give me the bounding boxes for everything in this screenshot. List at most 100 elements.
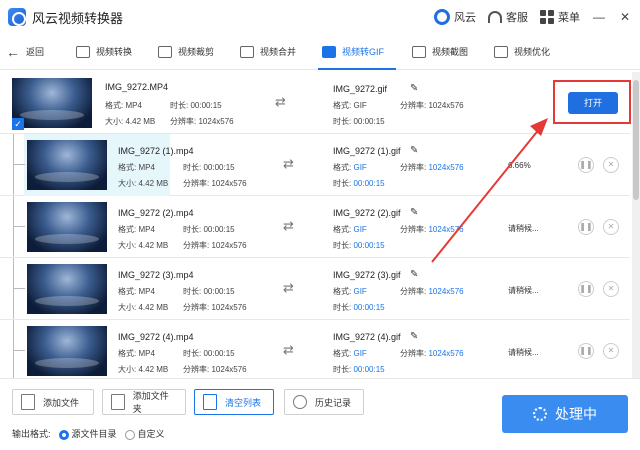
edit-name-icon[interactable]: ✎ — [410, 269, 418, 280]
source-size: 大小: 4.42 MB — [118, 241, 169, 250]
crop-icon — [158, 45, 172, 58]
process-button[interactable]: 处理中 — [502, 395, 628, 433]
source-size: 大小: 4.42 MB — [118, 303, 169, 312]
remove-button[interactable]: ✕ — [603, 157, 619, 173]
source-format: 格式: MP4 — [105, 101, 142, 110]
brand-label: 风云 — [454, 12, 476, 24]
trash-icon — [203, 394, 217, 410]
file-row[interactable]: IMG_9272 (4).mp4 格式: MP4 时长: 00:00:15 大小… — [0, 320, 630, 378]
grid-icon — [540, 10, 554, 24]
output-resolution: 分辨率: 1024x576 — [400, 349, 464, 358]
tab-label: 视频合并 — [260, 47, 297, 57]
source-resolution: 分辨率: 1024x576 — [183, 303, 247, 312]
convert-arrow-icon: ⇄ — [275, 94, 286, 109]
close-button[interactable]: ✕ — [618, 10, 632, 24]
add-folder-label: 添加文件夹 — [132, 391, 169, 414]
video-thumbnail — [27, 140, 107, 190]
source-size: 大小: 4.42 MB — [105, 117, 156, 126]
clear-list-button[interactable]: 清空列表 — [194, 389, 274, 415]
convert-arrow-icon: ⇄ — [283, 280, 294, 295]
progress-status: 请稍候... — [508, 224, 539, 233]
tab-video-crop[interactable]: 视频裁剪 — [148, 34, 230, 70]
tab-video-merge[interactable]: 视频合并 — [230, 34, 312, 70]
checkbox-icon[interactable]: ✓ — [12, 118, 24, 130]
edit-name-icon[interactable]: ✎ — [410, 207, 418, 218]
pause-button[interactable]: ❚❚ — [578, 343, 594, 359]
output-format-group: 输出格式: 源文件目录 自定义 — [12, 427, 165, 440]
output-duration: 时长: 00:00:15 — [333, 365, 385, 374]
output-resolution: 分辨率: 1024x576 — [400, 287, 464, 296]
scrollbar-thumb[interactable] — [633, 80, 639, 200]
file-row[interactable]: IMG_9272 (2).mp4 格式: MP4 时长: 00:00:15 大小… — [0, 196, 630, 258]
source-size: 大小: 4.42 MB — [118, 365, 169, 374]
add-file-button[interactable]: 添加文件 — [12, 389, 94, 415]
remove-button[interactable]: ✕ — [603, 281, 619, 297]
pause-button[interactable]: ❚❚ — [578, 281, 594, 297]
menu-button[interactable]: 菜单 — [540, 9, 580, 25]
output-resolution: 分辨率: 1024x576 — [400, 101, 464, 110]
progress-status: 6.66% — [508, 161, 531, 170]
edit-name-icon[interactable]: ✎ — [410, 83, 418, 94]
file-row-main[interactable]: ✓ IMG_9272.MP4 格式: MP4 时长: 00:00:15 大小: … — [0, 72, 630, 134]
pause-button[interactable]: ❚❚ — [578, 219, 594, 235]
back-button[interactable]: ← 返回 — [6, 44, 66, 60]
output-format: 格式: GIF — [333, 163, 367, 172]
process-label: 处理中 — [555, 406, 597, 422]
output-duration: 时长: 00:00:15 — [333, 179, 385, 188]
source-resolution: 分辨率: 1024x576 — [170, 117, 234, 126]
customer-service-button[interactable]: 客服 — [488, 9, 528, 25]
file-row[interactable]: IMG_9272 (3).mp4 格式: MP4 时长: 00:00:15 大小… — [0, 258, 630, 320]
add-folder-button[interactable]: 添加文件夹 — [102, 389, 186, 415]
output-duration: 时长: 00:00:15 — [333, 117, 385, 126]
tab-video-screenshot[interactable]: 视频截图 — [402, 34, 484, 70]
source-duration: 时长: 00:00:15 — [183, 225, 235, 234]
source-duration: 时长: 00:00:15 — [183, 163, 235, 172]
convert-arrow-icon: ⇄ — [283, 342, 294, 357]
play-icon — [76, 45, 90, 58]
source-file-name: IMG_9272 (2).mp4 — [118, 208, 194, 218]
nav-bar: ← 返回 视频转换 视频裁剪 视频合并 视频转GIF 视频截图 视频优化 — [0, 34, 640, 70]
add-file-icon — [21, 394, 35, 410]
video-thumbnail — [27, 326, 107, 376]
output-format: 格式: GIF — [333, 287, 367, 296]
file-row[interactable]: IMG_9272 (1).mp4 格式: MP4 时长: 00:00:15 大小… — [0, 134, 630, 196]
source-resolution: 分辨率: 1024x576 — [183, 241, 247, 250]
spinner-icon — [533, 407, 547, 421]
tab-video-convert[interactable]: 视频转换 — [66, 34, 148, 70]
tab-label: 视频截图 — [432, 47, 469, 57]
tab-video-to-gif[interactable]: 视频转GIF — [312, 34, 402, 70]
clear-list-label: 清空列表 — [225, 397, 262, 408]
pause-button[interactable]: ❚❚ — [578, 157, 594, 173]
minimize-button[interactable]: — — [592, 10, 606, 24]
source-format: 格式: MP4 — [118, 349, 155, 358]
history-label: 历史记录 — [315, 397, 352, 408]
tab-label: 视频裁剪 — [178, 47, 215, 57]
add-file-label: 添加文件 — [43, 397, 80, 408]
option-source-dir[interactable]: 源文件目录 — [58, 427, 117, 440]
remove-button[interactable]: ✕ — [603, 343, 619, 359]
tab-label: 视频转GIF — [342, 47, 384, 57]
title-bar: 风云视频转换器 风云 客服 菜单 — ✕ — [0, 0, 640, 34]
output-format: 格式: GIF — [333, 349, 367, 358]
video-thumbnail — [27, 202, 107, 252]
brand-link[interactable]: 风云 — [434, 9, 476, 25]
image-icon — [412, 45, 426, 58]
history-button[interactable]: 历史记录 — [284, 389, 364, 415]
gif-icon — [322, 45, 336, 58]
option-custom[interactable]: 自定义 — [124, 427, 165, 440]
customer-service-label: 客服 — [506, 12, 528, 24]
output-format: 格式: GIF — [333, 101, 367, 110]
add-folder-icon — [111, 394, 125, 410]
source-format: 格式: MP4 — [118, 287, 155, 296]
output-file-name: IMG_9272 (2).gif — [333, 208, 401, 218]
source-duration: 时长: 00:00:15 — [183, 287, 235, 296]
edit-name-icon[interactable]: ✎ — [410, 331, 418, 342]
tab-video-optimize[interactable]: 视频优化 — [484, 34, 566, 70]
edit-name-icon[interactable]: ✎ — [410, 145, 418, 156]
back-label: 返回 — [26, 47, 45, 57]
source-resolution: 分辨率: 1024x576 — [183, 179, 247, 188]
app-logo-icon — [8, 8, 26, 26]
output-file-name: IMG_9272 (1).gif — [333, 146, 401, 156]
remove-button[interactable]: ✕ — [603, 219, 619, 235]
output-file-name: IMG_9272 (4).gif — [333, 332, 401, 342]
